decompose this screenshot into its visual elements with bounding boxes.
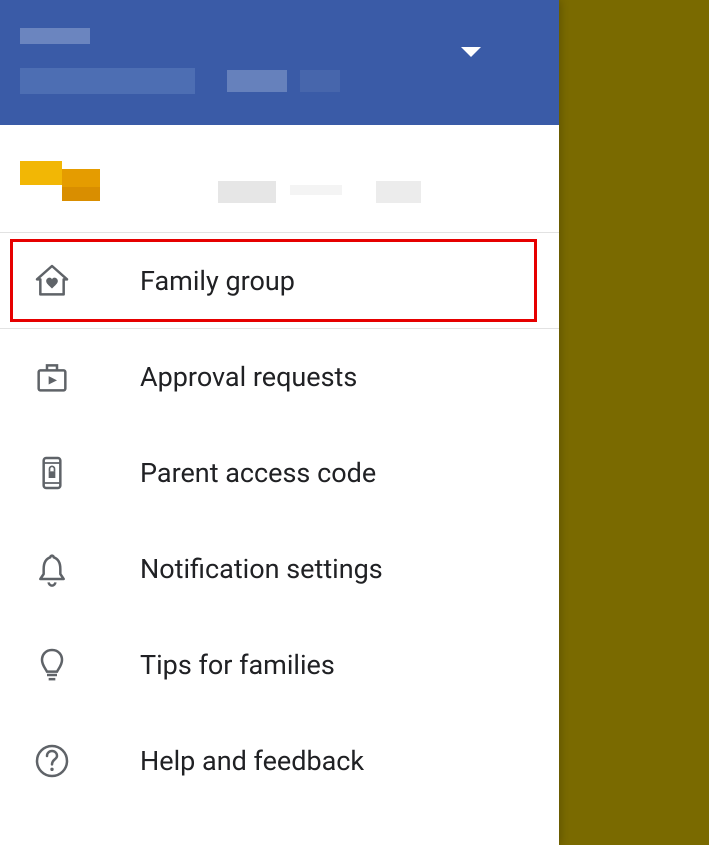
menu-item-label: Tips for families (140, 649, 335, 681)
header-placeholder (20, 68, 195, 94)
account-placeholder (218, 181, 276, 203)
chevron-down-icon (460, 46, 482, 60)
menu-item-label: Approval requests (140, 361, 357, 393)
menu-item-tips-for-families[interactable]: Tips for families (0, 617, 559, 713)
home-heart-icon (30, 259, 74, 303)
background-panel (559, 0, 709, 845)
menu-item-notification-settings[interactable]: Notification settings (0, 521, 559, 617)
menu-item-label: Parent access code (140, 457, 376, 489)
header-placeholder (227, 70, 287, 92)
bell-icon (30, 547, 74, 591)
menu-item-help-feedback[interactable]: Help and feedback (0, 713, 559, 809)
menu-item-label: Notification settings (140, 553, 383, 585)
menu-item-label: Help and feedback (140, 745, 364, 777)
account-placeholder (376, 181, 421, 203)
menu-item-label: Family group (140, 265, 295, 297)
account-avatar (20, 155, 100, 203)
header-placeholder (300, 70, 340, 92)
account-dropdown-toggle[interactable] (460, 46, 482, 60)
briefcase-play-icon (30, 355, 74, 399)
account-row[interactable] (0, 125, 559, 233)
header-placeholder (20, 28, 90, 44)
menu-item-family-group[interactable]: Family group (0, 233, 559, 329)
navigation-drawer: Family group Approval requests Parent ac… (0, 0, 559, 845)
menu-item-parent-access-code[interactable]: Parent access code (0, 425, 559, 521)
menu-item-approval-requests[interactable]: Approval requests (0, 329, 559, 425)
account-placeholder (290, 185, 342, 195)
help-circle-icon (30, 739, 74, 783)
phone-lock-icon (30, 451, 74, 495)
drawer-header (0, 0, 559, 125)
lightbulb-icon (30, 643, 74, 687)
